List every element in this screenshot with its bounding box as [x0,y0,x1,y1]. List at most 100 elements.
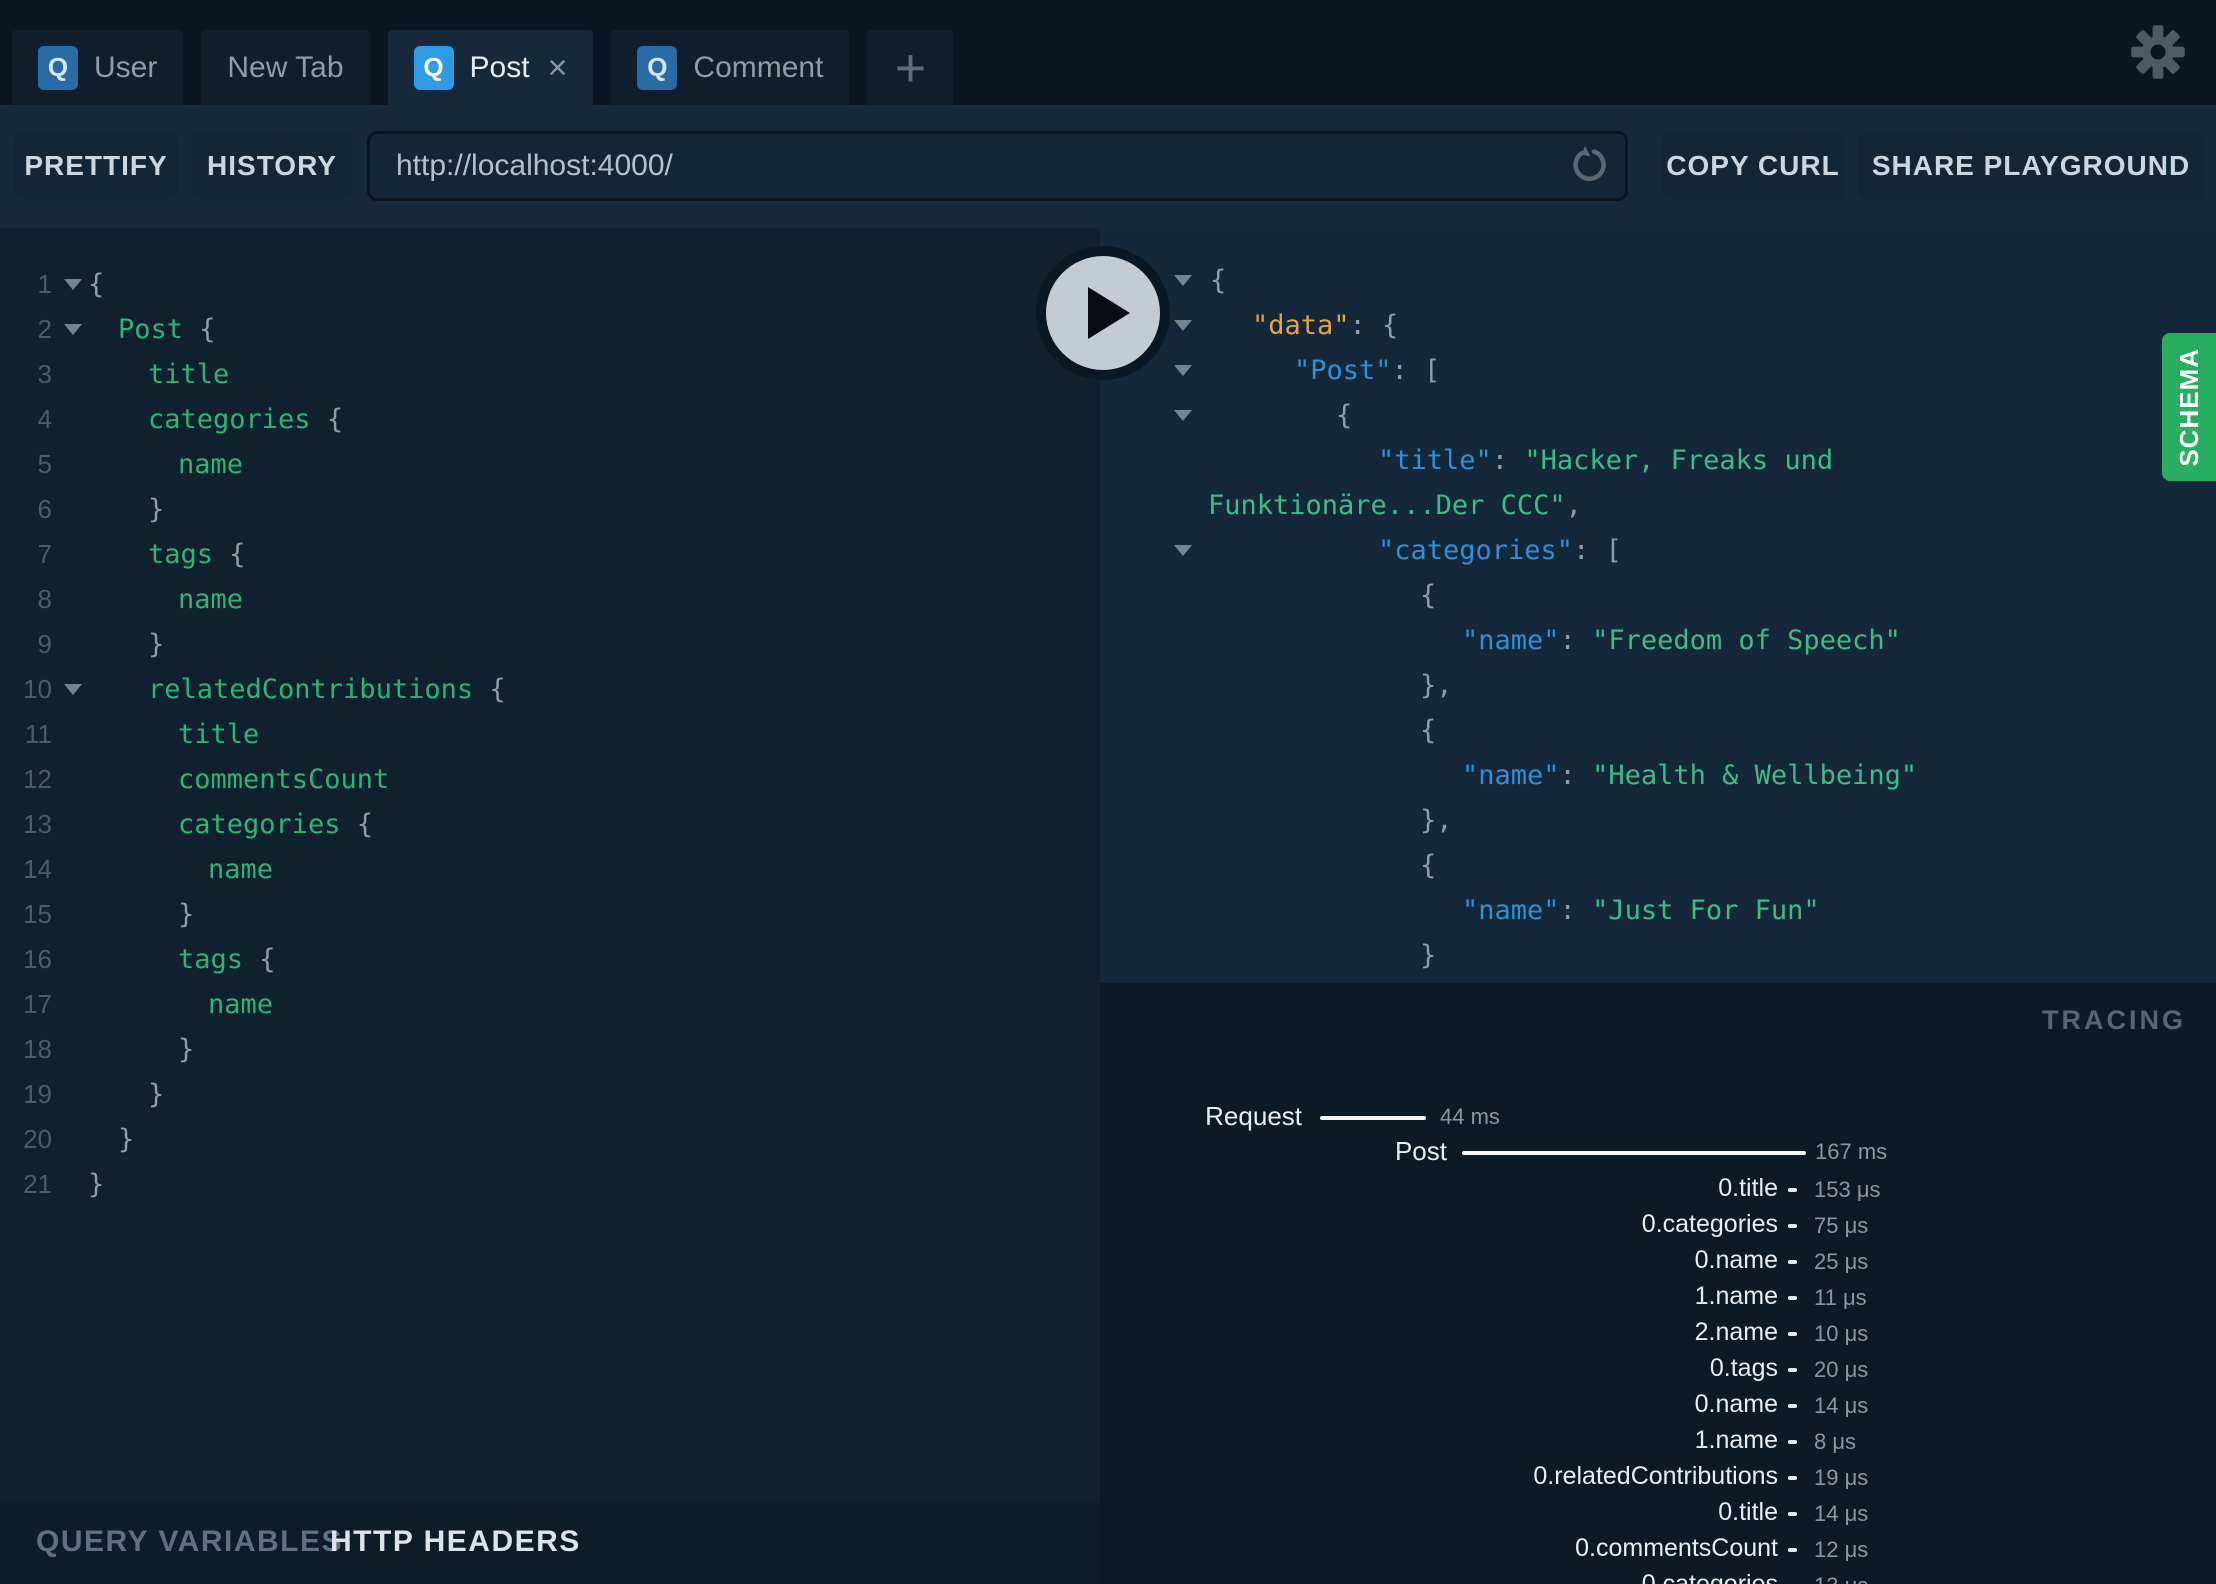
response-line: { [1100,843,2216,888]
tab-label: Comment [693,50,824,84]
code-line[interactable]: 7 tags { [0,532,1100,577]
code-line[interactable]: 19} [0,1072,1100,1117]
code-text: name [88,989,1100,1020]
code-token: : [1559,760,1593,791]
copy-curl-button[interactable]: COPY CURL [1662,133,1844,199]
close-tab-icon[interactable]: × [548,51,568,85]
line-number: 7 [37,539,52,569]
code-token: relatedContributions [148,674,474,705]
code-line[interactable]: 15} [0,892,1100,937]
code-token: } [148,1079,165,1110]
code-line[interactable]: 4 categories { [0,397,1100,442]
code-token: } [1420,940,1437,971]
share-playground-button[interactable]: SHARE PLAYGROUND [1858,133,2204,199]
line-number: 20 [23,1124,52,1154]
collapse-arrow-icon[interactable] [1174,365,1192,376]
query-editor[interactable]: 1{2 Post {3 title 4 categories {5 name 6} 7 tags… [0,228,1100,1584]
line-number: 10 [23,674,52,704]
fold-arrow-icon[interactable] [64,684,82,695]
tracing-time: 14 μs [1814,1501,1869,1526]
line-number: 13 [23,809,52,839]
fold-arrow-icon[interactable] [64,279,82,290]
tracing-row: 1.name 8 μs [1100,1424,2216,1460]
fold-arrow-icon[interactable] [64,324,82,335]
code-token: "name" [1462,625,1560,656]
code-line[interactable]: 5 name [0,442,1100,487]
fold-arrow-slot [58,684,88,695]
tracing-time: 12 μs [1814,1537,1869,1562]
code-line[interactable]: 9} [0,622,1100,667]
add-tab-button[interactable]: + [867,30,954,105]
history-button[interactable]: HISTORY [192,133,352,199]
query-variables-tab[interactable]: QUERY VARIABLES [36,1525,343,1559]
response-text: { [1208,580,2216,611]
code-line[interactable]: 3 title [0,352,1100,397]
tracing-time: 75 μs [1814,1213,1869,1238]
tracing-row: 1.name 11 μs [1100,1280,2216,1316]
line-number: 15 [23,899,52,929]
tab-post[interactable]: Q Post × [387,30,594,105]
response-text: Funktionäre...Der CCC", [1208,490,2216,521]
tab-label: New Tab [227,50,344,84]
code-token: { [1336,400,1353,431]
code-line[interactable]: 10 relatedContributions { [0,667,1100,712]
code-line[interactable]: 17 name [0,982,1100,1027]
settings-gear-icon[interactable] [2128,22,2188,82]
collapse-arrow-icon[interactable] [1174,275,1192,286]
play-icon [1088,287,1130,339]
code-text: name [88,854,1100,885]
response-line: "Post": [ [1100,348,2216,393]
response-pane: {"data": {"Post": [{"title": "Hacker, Fr… [1100,228,2216,983]
play-button[interactable] [1036,246,1170,380]
collapse-arrow-icon[interactable] [1174,545,1192,556]
code-line[interactable]: 1{ [0,262,1100,307]
code-line[interactable]: 16 tags { [0,937,1100,982]
tracing-field-label: 0.name [1694,1246,1778,1274]
code-token: : [ [1573,535,1622,566]
code-line[interactable]: 11 title [0,712,1100,757]
code-token: { [1420,580,1437,611]
code-line[interactable]: 21} [0,1162,1100,1207]
code-token: { [213,539,246,570]
code-line[interactable]: 13 categories { [0,802,1100,847]
line-number: 14 [23,854,52,884]
tab-user[interactable]: Q User [12,30,184,105]
http-headers-tab[interactable]: HTTP HEADERS [330,1525,581,1559]
response-line: { [1100,393,2216,438]
tab-new-tab[interactable]: New Tab [201,30,370,105]
code-token: } [178,899,195,930]
code-line[interactable]: 12 commentsCount [0,757,1100,802]
line-number: 6 [37,494,52,524]
url-input[interactable] [367,131,1628,201]
response-text: } [1208,940,2216,971]
code-text: title [88,719,1100,750]
tracing-bar [1788,1404,1797,1408]
code-text: } [88,1169,1100,1200]
response-text: { [1208,265,2216,296]
code-line[interactable]: 14 name [0,847,1100,892]
code-token: { [1210,265,1227,296]
code-token: { [310,404,344,435]
collapse-arrow-icon[interactable] [1174,320,1192,331]
collapse-arrow-icon[interactable] [1174,410,1192,421]
response-line: "title": "Hacker, Freaks und [1100,438,2216,483]
tab-bar: Q User New Tab Q Post × Q Comment + [0,0,2216,105]
tracing-bar [1788,1548,1797,1552]
code-line[interactable]: 2 Post { [0,307,1100,352]
code-line[interactable]: 20} [0,1117,1100,1162]
code-token: { [243,944,276,975]
schema-tab-label: SCHEMA [2173,347,2204,467]
line-number: 5 [37,449,52,479]
tracing-time: 11 μs [1814,1285,1867,1310]
reload-icon[interactable] [1568,144,1612,188]
tab-comment[interactable]: Q Comment [611,30,850,105]
tracing-field-label: 0.tags [1709,1354,1778,1382]
prettify-button[interactable]: PRETTIFY [14,133,178,199]
code-token: "title" [1378,445,1492,476]
code-line[interactable]: 18} [0,1027,1100,1072]
code-line[interactable]: 8 name [0,577,1100,622]
schema-tab[interactable]: SCHEMA [2162,333,2216,481]
response-text: "name": "Health & Wellbeing" [1208,760,2216,791]
code-token: name [208,854,274,885]
code-line[interactable]: 6} [0,487,1100,532]
